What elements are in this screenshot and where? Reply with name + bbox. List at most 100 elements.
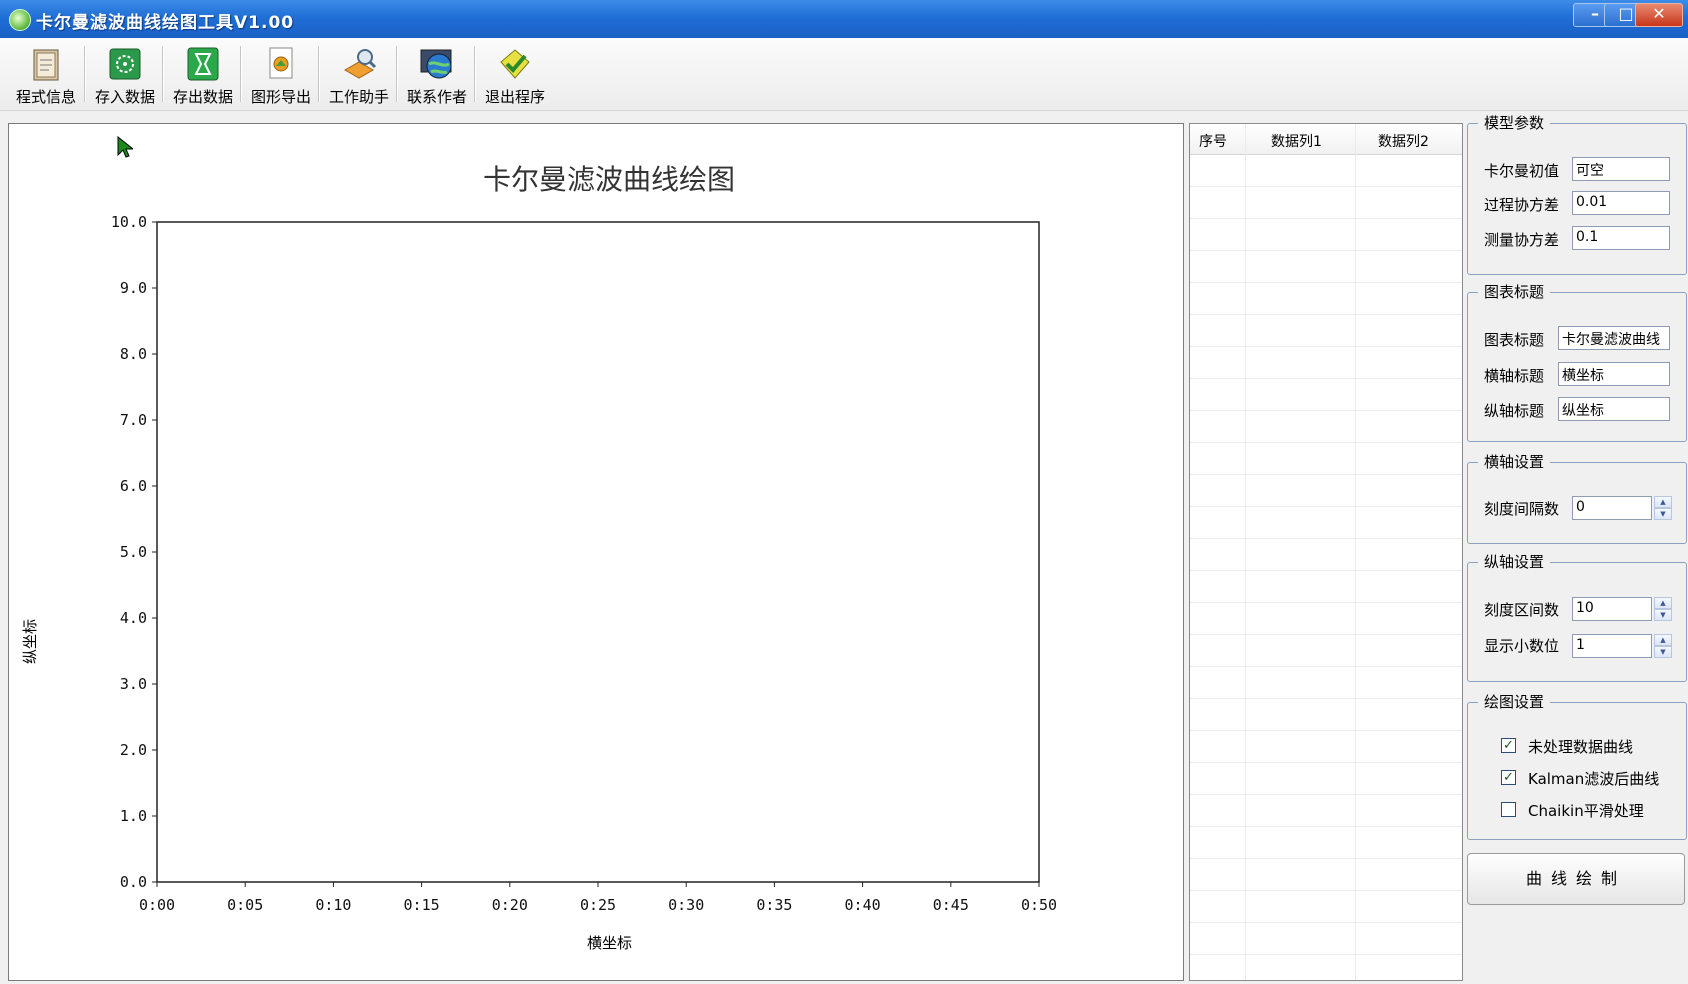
kalman-curve-checkbox[interactable]: ✓ bbox=[1501, 770, 1516, 785]
process-covariance-input[interactable]: 0.01 bbox=[1572, 191, 1670, 215]
title-bar: 卡尔曼滤波曲线绘图工具V1.00 – □ ✕ bbox=[0, 0, 1688, 38]
x-tick-label: 0:30 bbox=[668, 896, 704, 914]
field-label: 刻度间隔数 bbox=[1484, 500, 1560, 518]
app-icon bbox=[9, 9, 31, 31]
table-row bbox=[1190, 666, 1462, 667]
decimal-places-input[interactable]: 1 bbox=[1572, 634, 1652, 658]
table-row bbox=[1190, 474, 1462, 475]
exit-program-button[interactable]: 退出程序 bbox=[478, 42, 552, 106]
contact-author-button[interactable]: 联系作者 bbox=[400, 42, 474, 106]
table-row bbox=[1190, 410, 1462, 411]
field-label: 过程协方差 bbox=[1484, 196, 1560, 214]
data-grid[interactable]: 序号 数据列1 数据列2 bbox=[1189, 123, 1463, 981]
table-row bbox=[1190, 762, 1462, 763]
chart-title-input[interactable]: 卡尔曼滤波曲线 bbox=[1558, 326, 1670, 350]
export-data-icon bbox=[183, 44, 223, 84]
y-axis-title-input[interactable]: 纵坐标 bbox=[1558, 397, 1670, 421]
x-tick-label: 0:10 bbox=[315, 896, 351, 914]
mouse-cursor-icon bbox=[117, 135, 135, 162]
draw-curve-button[interactable]: 曲线绘制 bbox=[1467, 853, 1685, 905]
model-params-group: 模型参数 卡尔曼初值 可空 过程协方差 0.01 测量协方差 0.1 bbox=[1467, 112, 1687, 275]
x-tick-label: 0:20 bbox=[492, 896, 528, 914]
program-info-button[interactable]: 程式信息 bbox=[9, 42, 83, 106]
table-row bbox=[1190, 218, 1462, 219]
table-row bbox=[1190, 858, 1462, 859]
raw-curve-checkbox[interactable]: ✓ bbox=[1501, 738, 1516, 753]
tool-label: 存入数据 bbox=[94, 88, 155, 106]
kalman-initial-input[interactable]: 可空 bbox=[1572, 157, 1670, 181]
y-tick-count-spinner[interactable]: ▲ ▼ bbox=[1654, 597, 1672, 621]
image-export-button[interactable]: 图形导出 bbox=[244, 42, 318, 106]
checkbox-label[interactable]: 未处理数据曲线 bbox=[1528, 736, 1633, 757]
y-tick-label: 1.0 bbox=[120, 807, 147, 825]
spin-down-icon[interactable]: ▼ bbox=[1654, 508, 1672, 520]
table-row bbox=[1190, 890, 1462, 891]
y-tick-label: 3.0 bbox=[120, 675, 147, 693]
y-tick-label: 5.0 bbox=[120, 543, 147, 561]
chart-panel: 卡尔曼滤波曲线绘图 纵坐标 横坐标 0.0 1.0 2.0 3.0 4.0 5.0 6.0 7… bbox=[8, 123, 1184, 981]
column-header-data1[interactable]: 数据列1 bbox=[1271, 131, 1322, 151]
x-tick-label: 0:25 bbox=[580, 896, 616, 914]
table-row bbox=[1190, 506, 1462, 507]
spin-down-icon[interactable]: ▼ bbox=[1654, 646, 1672, 658]
x-tick-interval-spinner[interactable]: ▲ ▼ bbox=[1654, 496, 1672, 520]
spin-up-icon[interactable]: ▲ bbox=[1654, 634, 1672, 646]
chart-plot: 0.0 1.0 2.0 3.0 4.0 5.0 6.0 7.0 8.0 9.0 10.0 0:00 0:… bbox=[111, 213, 1057, 914]
spin-up-icon[interactable]: ▲ bbox=[1654, 597, 1672, 609]
export-data-button[interactable]: 存出数据 bbox=[166, 42, 240, 106]
x-tick-label: 0:35 bbox=[756, 896, 792, 914]
x-axis-title-input[interactable]: 横坐标 bbox=[1558, 362, 1670, 386]
table-row bbox=[1190, 730, 1462, 731]
field-label: 横轴标题 bbox=[1484, 367, 1545, 385]
table-row bbox=[1190, 538, 1462, 539]
plot-settings-group: 绘图设置 ✓ 未处理数据曲线 ✓ Kalman滤波后曲线 Chaikin平滑处理 bbox=[1467, 691, 1687, 840]
x-tick-label: 0:00 bbox=[139, 896, 175, 914]
table-column-divider bbox=[1245, 124, 1246, 980]
spin-up-icon[interactable]: ▲ bbox=[1654, 496, 1672, 508]
x-tick-label: 0:40 bbox=[845, 896, 881, 914]
x-tick-interval-input[interactable]: 0 bbox=[1572, 496, 1652, 520]
y-tick-label: 2.0 bbox=[120, 741, 147, 759]
tool-label: 工作助手 bbox=[328, 88, 389, 106]
field-label: 纵轴标题 bbox=[1484, 402, 1545, 420]
close-button[interactable]: ✕ bbox=[1635, 3, 1683, 27]
group-title: 图表标题 bbox=[1478, 281, 1551, 302]
checkbox-label[interactable]: Chaikin平滑处理 bbox=[1528, 800, 1644, 821]
spin-down-icon[interactable]: ▼ bbox=[1654, 609, 1672, 621]
x-tick-label: 0:45 bbox=[933, 896, 969, 914]
tool-label: 联系作者 bbox=[406, 88, 467, 106]
group-title: 绘图设置 bbox=[1478, 691, 1551, 712]
table-row bbox=[1190, 794, 1462, 795]
grid-header: 序号 数据列1 数据列2 bbox=[1190, 124, 1462, 155]
table-row bbox=[1190, 698, 1462, 699]
window-title: 卡尔曼滤波曲线绘图工具V1.00 bbox=[36, 13, 295, 33]
y-tick-label: 10.0 bbox=[111, 213, 147, 231]
field-label: 图表标题 bbox=[1484, 331, 1545, 349]
measurement-covariance-input[interactable]: 0.1 bbox=[1572, 226, 1670, 250]
y-tick-count-input[interactable]: 10 bbox=[1572, 597, 1652, 621]
table-row bbox=[1190, 250, 1462, 251]
field-label: 刻度区间数 bbox=[1484, 601, 1560, 619]
group-title: 横轴设置 bbox=[1478, 451, 1551, 472]
y-tick-label: 8.0 bbox=[120, 345, 147, 363]
y-tick-label: 0.0 bbox=[120, 873, 147, 891]
y-tick-label: 4.0 bbox=[120, 609, 147, 627]
y-tick-label: 7.0 bbox=[120, 411, 147, 429]
import-data-button[interactable]: 存入数据 bbox=[88, 42, 162, 106]
table-column-divider bbox=[1355, 124, 1356, 980]
y-tick-label: 9.0 bbox=[120, 279, 147, 297]
import-data-icon bbox=[105, 44, 145, 84]
table-row bbox=[1190, 442, 1462, 443]
chaikin-smooth-checkbox[interactable] bbox=[1501, 802, 1516, 817]
tool-label: 图形导出 bbox=[250, 88, 311, 106]
column-header-data2[interactable]: 数据列2 bbox=[1378, 131, 1429, 151]
column-header-index[interactable]: 序号 bbox=[1199, 131, 1227, 151]
decimal-places-spinner[interactable]: ▲ ▼ bbox=[1654, 634, 1672, 658]
checkbox-label[interactable]: Kalman滤波后曲线 bbox=[1528, 768, 1659, 789]
toolbar: 程式信息 存入数据 存出数据 图形导出 工作助手 联系作者 退出程序 bbox=[0, 38, 1688, 111]
table-row bbox=[1190, 954, 1462, 955]
helper-button[interactable]: 工作助手 bbox=[322, 42, 396, 106]
y-tick-label: 6.0 bbox=[120, 477, 147, 495]
tool-label: 退出程序 bbox=[484, 88, 545, 106]
table-row bbox=[1190, 378, 1462, 379]
